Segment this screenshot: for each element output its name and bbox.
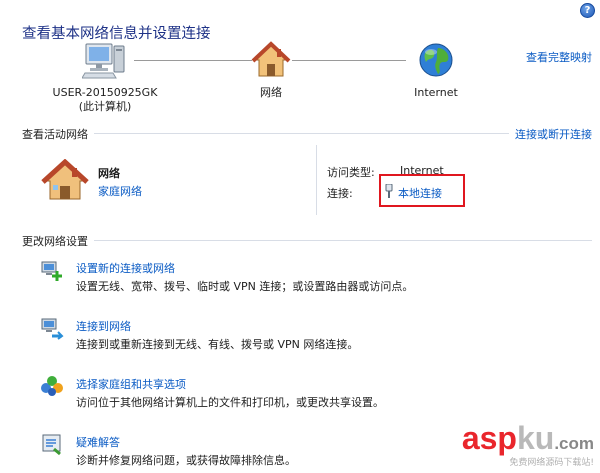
homegroup-icon xyxy=(40,374,64,398)
connect-disconnect-link[interactable]: 连接或断开连接 xyxy=(509,126,592,142)
globe-icon xyxy=(418,40,454,82)
task-link[interactable]: 疑难解答 xyxy=(76,434,120,450)
task-new-connection: 设置新的连接或网络 设置无线、宽带、拨号、临时或 VPN 连接；或设置路由器或访… xyxy=(40,256,590,298)
connector-line xyxy=(292,60,406,61)
change-settings-header: 更改网络设置 xyxy=(0,233,600,249)
computer-name: USER-20150925GK xyxy=(52,86,158,99)
connect-network-icon xyxy=(40,316,64,340)
network-type-link[interactable]: 家庭网络 xyxy=(98,183,142,199)
section-divider xyxy=(22,240,592,241)
network-map: USER-20150925GK (此计算机) 网络 Internet xyxy=(0,40,600,120)
watermark-subtitle: 免费网络源码下载站! xyxy=(509,458,594,468)
watermark-asp: asp xyxy=(461,420,517,456)
watermark-logo: aspku.com 免费网络源码下载站! xyxy=(414,421,594,469)
computer-node[interactable]: USER-20150925GK (此计算机) xyxy=(38,40,172,114)
task-description: 连接到或重新连接到无线、有线、拨号或 VPN 网络连接。 xyxy=(76,338,359,351)
local-connection-link[interactable]: 本地连接 xyxy=(384,183,442,201)
watermark-com: .com xyxy=(554,434,594,453)
computer-icon xyxy=(81,40,128,82)
task-description: 访问位于其他网络计算机上的文件和打印机，或更改共享设置。 xyxy=(76,396,384,409)
task-link[interactable]: 设置新的连接或网络 xyxy=(76,260,175,276)
active-networks-header: 查看活动网络 连接或断开连接 xyxy=(0,126,600,142)
house-icon xyxy=(40,158,90,203)
network-node[interactable]: 网络 xyxy=(243,40,299,100)
computer-sublabel: (此计算机) xyxy=(78,100,132,113)
active-networks-title: 查看活动网络 xyxy=(22,126,94,142)
task-connect-network: 连接到网络 连接到或重新连接到无线、有线、拨号或 VPN 网络连接。 xyxy=(40,314,590,356)
help-icon[interactable]: ? xyxy=(580,3,595,18)
change-settings-title: 更改网络设置 xyxy=(22,233,94,249)
watermark-ku: ku xyxy=(516,420,555,456)
section-divider xyxy=(22,133,592,134)
internet-node[interactable]: Internet xyxy=(398,40,474,100)
task-link[interactable]: 连接到网络 xyxy=(76,318,131,334)
house-icon xyxy=(251,40,291,82)
access-type-label: 访问类型: xyxy=(327,166,375,179)
local-connection-label: 本地连接 xyxy=(398,187,442,200)
task-description: 设置无线、宽带、拨号、临时或 VPN 连接；或设置路由器或访问点。 xyxy=(76,280,414,293)
new-connection-icon xyxy=(40,258,64,282)
task-link[interactable]: 选择家庭组和共享选项 xyxy=(76,376,186,392)
active-network-name: 网络 xyxy=(98,167,120,180)
troubleshoot-icon xyxy=(40,432,64,456)
vertical-divider xyxy=(316,145,317,215)
connection-label: 连接: xyxy=(327,187,353,200)
network-label: 网络 xyxy=(260,86,282,99)
internet-label: Internet xyxy=(414,86,458,99)
active-network-card: 网络 家庭网络 xyxy=(40,155,320,207)
ethernet-plug-icon xyxy=(384,183,394,198)
task-description: 诊断并修复网络问题，或获得故障排除信息。 xyxy=(76,454,296,467)
task-homegroup: 选择家庭组和共享选项 访问位于其他网络计算机上的文件和打印机，或更改共享设置。 xyxy=(40,372,590,414)
